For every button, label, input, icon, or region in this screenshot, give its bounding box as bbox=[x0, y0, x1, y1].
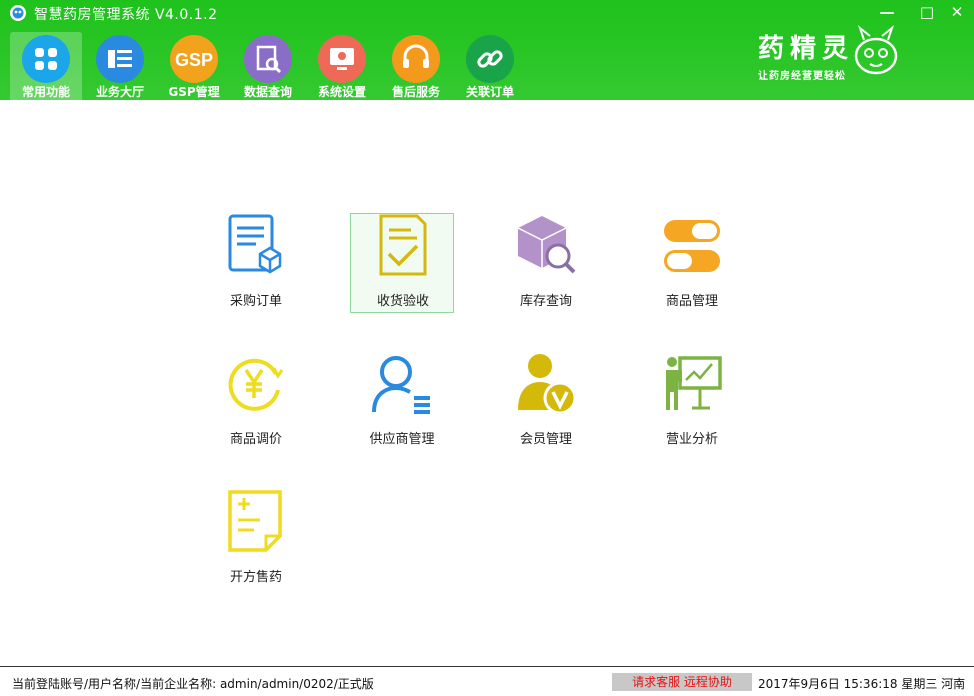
member-icon bbox=[518, 354, 577, 415]
tile-product-management[interactable]: 商品管理 bbox=[640, 214, 744, 314]
settings-icon bbox=[318, 35, 366, 83]
tile-label: 商品管理 bbox=[665, 294, 718, 309]
nav-label: 售后服务 bbox=[391, 85, 440, 99]
nav-label: 关联订单 bbox=[465, 85, 514, 99]
status-login-info: 当前登陆账号/用户名称/当前企业名称: admin/admin/0202/正式版 bbox=[12, 677, 374, 691]
watermark bbox=[836, 630, 966, 670]
apps-icon bbox=[22, 35, 70, 83]
pill-icon bbox=[664, 220, 720, 272]
status-bar: 当前登陆账号/用户名称/当前企业名称: admin/admin/0202/正式版… bbox=[0, 666, 974, 696]
brand-slogan: 让药房经营更轻松 bbox=[758, 71, 846, 82]
headset-icon bbox=[392, 35, 440, 83]
nav-item-common[interactable]: 常用功能 bbox=[10, 32, 82, 100]
tile-label: 会员管理 bbox=[519, 432, 572, 447]
nav-label: 系统设置 bbox=[317, 85, 366, 99]
supplier-icon bbox=[372, 356, 430, 414]
nav-item-linked-orders[interactable]: 关联订单 bbox=[454, 32, 526, 100]
tile-inventory-search[interactable]: 库存查询 bbox=[494, 214, 598, 314]
nav-item-settings[interactable]: 系统设置 bbox=[306, 32, 378, 100]
tile-label: 开方售药 bbox=[229, 570, 282, 585]
brand-name: 药精灵 bbox=[758, 34, 855, 64]
tile-label: 库存查询 bbox=[519, 294, 572, 309]
tile-label: 营业分析 bbox=[665, 432, 718, 447]
tile-business-analysis[interactable]: 营业分析 bbox=[640, 352, 744, 452]
maximize-button[interactable]: □ bbox=[916, 3, 938, 23]
nav-item-after-sales[interactable]: 售后服务 bbox=[380, 32, 452, 100]
app-logo-icon bbox=[10, 5, 26, 21]
nav-item-business[interactable]: 业务大厅 bbox=[84, 32, 156, 100]
minimize-button[interactable]: — bbox=[876, 3, 898, 23]
nav-item-gsp[interactable]: GSP GSP管理 bbox=[158, 32, 230, 100]
remote-assist-button[interactable]: 请求客服 远程协助 bbox=[612, 673, 752, 691]
gsp-icon: GSP bbox=[170, 35, 218, 83]
close-button[interactable]: ✕ bbox=[946, 3, 968, 23]
status-datetime: 2017年9月6日 15:36:18 星期三 河南 bbox=[758, 677, 966, 691]
tile-label: 供应商管理 bbox=[369, 432, 435, 447]
tile-prescription[interactable]: 开方售药 bbox=[204, 490, 308, 590]
nav-item-data-query[interactable]: 数据查询 bbox=[232, 32, 304, 100]
inventory-search-icon bbox=[517, 216, 576, 274]
mascot-icon bbox=[854, 25, 898, 75]
svg-text:GSP: GSP bbox=[175, 50, 213, 70]
receive-check-icon bbox=[379, 214, 427, 276]
tile-label: 商品调价 bbox=[229, 432, 282, 447]
tile-purchase-order[interactable]: 采购订单 bbox=[204, 214, 308, 314]
prescription-icon bbox=[228, 490, 282, 552]
search-doc-icon bbox=[244, 35, 292, 83]
list-icon bbox=[96, 35, 144, 83]
tile-receive-check[interactable]: 收货验收 bbox=[350, 213, 454, 313]
analysis-icon bbox=[666, 356, 722, 410]
link-icon bbox=[466, 35, 514, 83]
tile-supplier-management[interactable]: 供应商管理 bbox=[350, 352, 454, 452]
nav-label: 常用功能 bbox=[21, 85, 70, 99]
nav-label: 数据查询 bbox=[243, 85, 292, 99]
title-bar: 智慧药房管理系统 V4.0.1.2 — □ ✕ 常用功能 业务大厅 GSP GS… bbox=[0, 0, 974, 100]
purchase-order-icon bbox=[228, 214, 282, 274]
main-content: 采购订单 收货验收 库存查询 商品管理 商品调价 供应商管理 会员管理 营业分析… bbox=[4, 100, 970, 666]
tile-label: 采购订单 bbox=[229, 294, 282, 309]
nav-label: 业务大厅 bbox=[95, 85, 144, 99]
nav-label: GSP管理 bbox=[168, 85, 220, 99]
tile-label: 收货验收 bbox=[376, 294, 429, 309]
brand: 药精灵 让药房经营更轻松 bbox=[758, 28, 854, 82]
tile-price-adjust[interactable]: 商品调价 bbox=[204, 352, 308, 452]
tile-member-management[interactable]: 会员管理 bbox=[494, 352, 598, 452]
price-adjust-icon bbox=[228, 358, 284, 411]
window-title: 智慧药房管理系统 V4.0.1.2 bbox=[34, 7, 218, 23]
